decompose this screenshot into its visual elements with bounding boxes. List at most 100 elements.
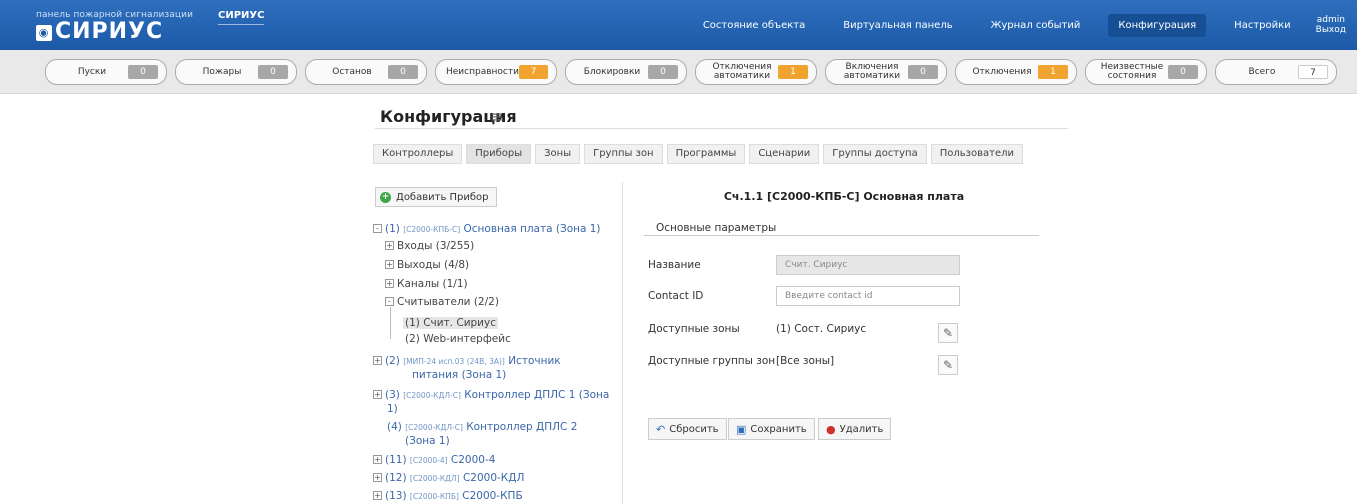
tree-item-power-source[interactable]: + (2) [МИП-24 исп.03 (24В, 3А)] Источник [373, 354, 561, 369]
tree-item-code: [С2000-КПБ-С] [403, 225, 461, 234]
counter-total[interactable]: Всего 7 [1215, 59, 1337, 85]
tree-item-label: Каналы (1/1) [397, 278, 468, 290]
tree-item-number: (2) [385, 355, 400, 367]
counter-value: 0 [128, 65, 158, 79]
tab-users[interactable]: Пользователи [930, 144, 1023, 164]
top-header: панель пожарной сигнализации ◉ СИРИУС СИР… [0, 0, 1357, 50]
brand-logo[interactable]: ◉ СИРИУС [36, 21, 163, 43]
tree-item-continuation: (Зона 1) [405, 434, 450, 448]
counter-faults[interactable]: Неисправности 7 [435, 59, 557, 85]
tree-item-name: 1) [387, 403, 398, 415]
counter-automation-off[interactable]: Отключения автоматики 1 [695, 59, 817, 85]
tree-item-name: С2000-КПБ [462, 490, 523, 502]
reset-button[interactable]: ↶ Сбросить [648, 418, 727, 440]
counter-value: 7 [1298, 65, 1328, 79]
tree-item-name: С2000-4 [450, 454, 496, 466]
tree-item-main-board[interactable]: - (1) [С2000-КПБ-С] Основная плата (Зона … [373, 222, 601, 237]
counter-unknown-states[interactable]: Неизвестные состояния 0 [1085, 59, 1207, 85]
delete-label: Удалить [839, 423, 884, 435]
nav-object-state[interactable]: Состояние объекта [693, 14, 815, 37]
name-field[interactable]: Счит. Сириус [776, 255, 960, 275]
tree-item-c2000-kdl[interactable]: + (12) [С2000-КДЛ] С2000-КДЛ [373, 471, 524, 486]
expand-icon[interactable]: + [385, 260, 394, 269]
hamburger-menu-icon[interactable]: ≡ [490, 107, 503, 126]
top-navigation: Состояние объекта Виртуальная панель Жур… [684, 0, 1357, 50]
tree-connector [390, 307, 391, 339]
device-name-label[interactable]: СИРИУС [218, 10, 265, 25]
brand-logo-text: СИРИУС [55, 19, 164, 44]
save-label: Сохранить [750, 423, 807, 435]
tree-item-name: С2000-КДЛ [462, 472, 525, 484]
logout-link[interactable]: Выход [1316, 25, 1346, 35]
expand-icon[interactable]: + [385, 279, 394, 288]
tree-item-web-interface[interactable]: (2) Web-интерфейс [405, 332, 511, 346]
contact-id-input[interactable]: Введите contact id [776, 286, 960, 306]
expand-icon[interactable]: + [373, 473, 382, 482]
zone-groups-value: [Все зоны] [776, 355, 835, 367]
zones-value: (1) Сост. Сириус [776, 323, 867, 335]
delete-button[interactable]: ● Удалить [818, 418, 892, 440]
counter-label: Блокировки [583, 66, 641, 77]
tab-controllers[interactable]: Контроллеры [373, 144, 463, 164]
expand-icon[interactable]: + [373, 491, 382, 500]
tree-item-code: [С2000-КПБ] [409, 492, 459, 501]
tree-item-label: Выходы (4/8) [397, 259, 470, 271]
tab-zones[interactable]: Зоны [535, 144, 581, 164]
expand-icon[interactable]: + [373, 390, 382, 399]
save-button[interactable]: ▣ Сохранить [728, 418, 815, 440]
tree-item-code: [МИП-24 исп.03 (24В, 3А)] [403, 357, 505, 366]
tab-devices[interactable]: Приборы [466, 144, 532, 164]
edit-zone-groups-button[interactable]: ✎ [938, 355, 958, 375]
tree-item-name: Контроллер ДПЛС 1 (Зона [464, 389, 610, 401]
collapse-icon[interactable]: - [373, 224, 382, 233]
tree-item-channels[interactable]: + Каналы (1/1) [385, 277, 468, 291]
counter-blocks[interactable]: Блокировки 0 [565, 59, 687, 85]
zones-label: Доступные зоны [648, 323, 740, 335]
device-tree-panel: + Добавить Прибор - (1) [С2000-КПБ-С] Осн… [373, 182, 623, 504]
counter-automation-on[interactable]: Включения автоматики 0 [825, 59, 947, 85]
tab-zone-groups[interactable]: Группы зон [584, 144, 663, 164]
nav-configuration[interactable]: Конфигурация [1108, 13, 1207, 37]
tab-scenarios[interactable]: Сценарии [749, 144, 820, 164]
tree-item-name: Источник [508, 355, 561, 367]
tree-item-continuation: 1) [387, 402, 398, 416]
counter-disabled[interactable]: Отключения 1 [955, 59, 1077, 85]
tab-access-groups[interactable]: Группы доступа [823, 144, 927, 164]
expand-icon[interactable]: + [373, 356, 382, 365]
tree-item-dpls-1[interactable]: + (3) [С2000-КДЛ-С] Контроллер ДПЛС 1 (Зо… [373, 388, 609, 403]
nav-virtual-panel[interactable]: Виртуальная панель [833, 14, 962, 37]
counter-value: 1 [778, 65, 808, 79]
counter-label: Отключения автоматики [712, 62, 772, 81]
counter-fires[interactable]: Пожары 0 [175, 59, 297, 85]
edit-icon: ✎ [942, 358, 954, 372]
tree-item-code: [С2000-КДЛ] [409, 474, 460, 483]
tree-item-continuation: питания (Зона 1) [412, 368, 506, 382]
tree-item-number: (4) [387, 421, 402, 433]
tree-item-inputs[interactable]: + Входы (3/255) [385, 239, 474, 253]
add-device-button[interactable]: + Добавить Прибор [375, 187, 497, 207]
edit-zones-button[interactable]: ✎ [938, 323, 958, 343]
nav-settings[interactable]: Настройки [1224, 14, 1300, 37]
tree-item-c2000-4[interactable]: + (11) [С2000-4] С2000-4 [373, 453, 495, 468]
tree-item-label: Входы (3/255) [397, 240, 475, 252]
tab-programs[interactable]: Программы [666, 144, 746, 164]
tree-item-c2000-kpb[interactable]: + (13) [С2000-КПБ] С2000-КПБ [373, 489, 523, 504]
tree-item-reader-sirius[interactable]: (1) Счит. Сириус [403, 316, 498, 330]
tree-item-name: (Зона 1) [405, 435, 450, 447]
delete-icon: ● [826, 422, 836, 436]
tree-item-dpls-2[interactable]: (4) [С2000-КДЛ-С] Контроллер ДПЛС 2 [387, 420, 577, 435]
counter-launches[interactable]: Пуски 0 [45, 59, 167, 85]
collapse-icon[interactable]: - [385, 297, 394, 306]
tree-item-readers[interactable]: - Считыватели (2/2) [385, 295, 499, 309]
counter-stops[interactable]: Останов 0 [305, 59, 427, 85]
shield-logo-icon: ◉ [36, 25, 52, 41]
tree-item-outputs[interactable]: + Выходы (4/8) [385, 258, 469, 272]
section-heading: Основные параметры [656, 222, 777, 234]
expand-icon[interactable]: + [385, 241, 394, 250]
counter-value: 0 [388, 65, 418, 79]
zone-groups-label: Доступные группы зон [648, 355, 776, 367]
config-tabs: Контроллеры Приборы Зоны Группы зон Прог… [373, 144, 1027, 164]
username[interactable]: admin [1316, 15, 1346, 25]
nav-event-log[interactable]: Журнал событий [981, 14, 1091, 37]
expand-icon[interactable]: + [373, 455, 382, 464]
